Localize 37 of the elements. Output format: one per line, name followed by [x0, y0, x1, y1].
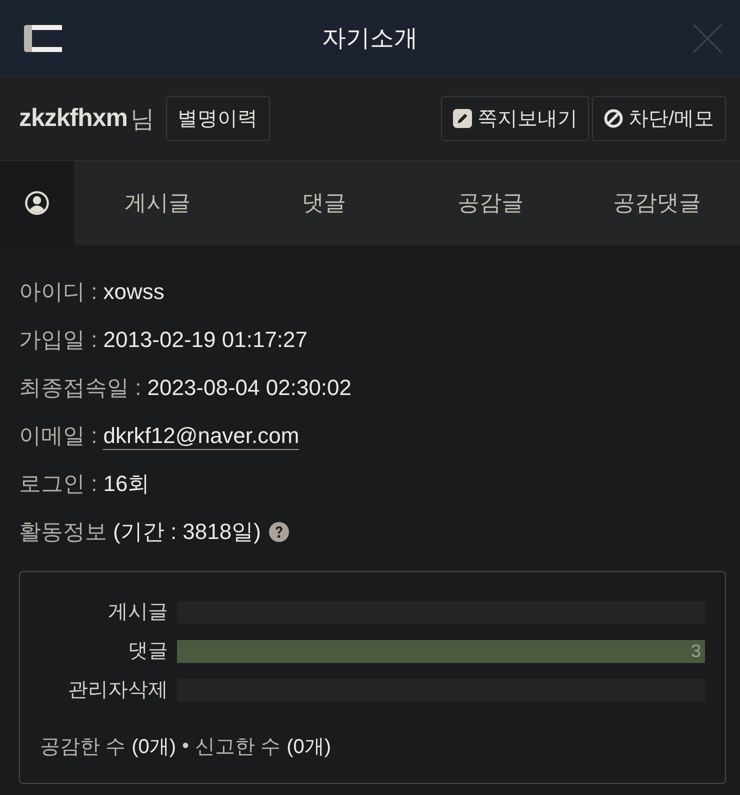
field-label: 이메일 :: [19, 422, 98, 450]
tab[interactable]: 게시글: [74, 161, 240, 245]
field-label: 최종접속일 :: [19, 374, 142, 402]
nickname-history-button[interactable]: 별명이력: [166, 96, 270, 141]
block-memo-button[interactable]: 차단/메모: [592, 96, 726, 141]
field-value: 16회: [103, 470, 150, 498]
stat-label: 신고한 수: [195, 735, 281, 760]
send-message-button[interactable]: 쪽지보내기: [441, 96, 590, 141]
tab[interactable]: 댓글: [240, 161, 407, 245]
separator-dot: •: [182, 735, 190, 758]
tab[interactable]: 공감글: [407, 161, 574, 245]
field-value: 2013-02-19 01:17:27: [103, 327, 308, 353]
activity-period: (기간 : 3818일): [113, 518, 261, 546]
bar-label: 관리자삭제: [67, 679, 168, 702]
email-link[interactable]: dkrkf12@naver.com: [103, 422, 300, 450]
dialog-title: 자기소개: [322, 24, 418, 54]
bar-count: 3: [690, 641, 702, 662]
field-label: 가입일 :: [19, 326, 98, 354]
stat-value: (0개): [132, 735, 176, 760]
field-value: 2023-08-04 02:30:02: [147, 375, 352, 401]
profile-tab[interactable]: [0, 161, 74, 245]
tab[interactable]: 공감댓글: [574, 161, 740, 245]
activity-label: 활동정보: [19, 518, 107, 546]
honorific-text: 님: [130, 104, 155, 134]
stat-label: 공감한 수: [40, 735, 126, 760]
bar-label: 댓글: [127, 640, 168, 663]
ban-icon: [604, 109, 624, 128]
stat-value: (0개): [286, 735, 332, 760]
field-label: 아이디 :: [19, 278, 98, 306]
logo-icon: [24, 24, 62, 52]
help-icon[interactable]: [268, 522, 289, 542]
username: zkzkfhxm: [19, 104, 128, 133]
pencil-icon: [453, 109, 472, 128]
field-value: xowss: [103, 279, 164, 305]
field-label: 로그인 :: [19, 470, 98, 498]
bar-label: 게시글: [107, 601, 168, 624]
person-icon: [24, 190, 50, 216]
